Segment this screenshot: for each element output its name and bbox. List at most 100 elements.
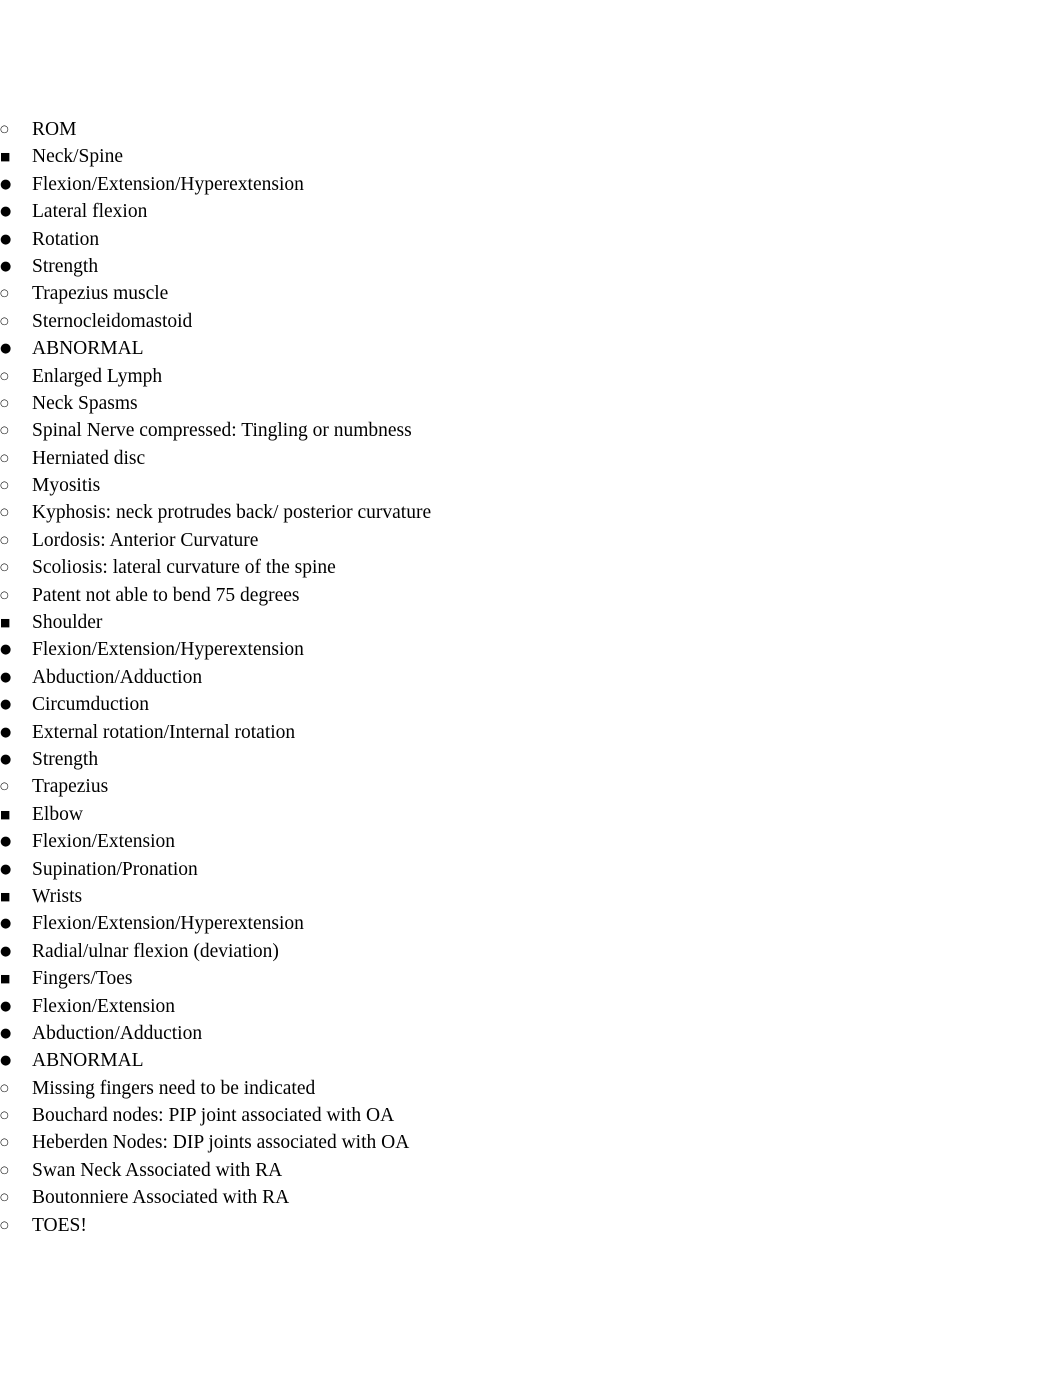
outline-row-shoulder-rotation: ● External rotation/Internal rotation — [0, 719, 1062, 746]
outline-row-wrists-flexion: ● Flexion/Extension/Hyperextension — [0, 910, 1062, 937]
outline-row-enlarged-lymph: ○ Enlarged Lymph — [0, 363, 1062, 390]
outline-item-label: Elbow — [32, 803, 83, 825]
list-item: ○ Lordosis: Anterior Curvature — [0, 527, 1062, 554]
outline-row-rom: ○ ROM — [0, 116, 1062, 143]
bullet-marker-icon: ○ — [0, 562, 9, 574]
bullet-marker-icon: ○ — [0, 315, 9, 327]
outline-item-label: Fingers/Toes — [32, 968, 133, 990]
outline-row-sternocleidomastoid: ○ Sternocleidomastoid — [0, 308, 1062, 335]
outline-item-label: Flexion/Extension/Hyperextension — [32, 639, 304, 661]
outline-row-shoulder-strength: ● Strength — [0, 746, 1062, 773]
outline-row-trapezius-muscle: ○ Trapezius muscle — [0, 280, 1062, 307]
bullet-marker-icon: ○ — [0, 589, 9, 601]
bullet-marker-icon: ○ — [0, 1110, 9, 1122]
outline-item-label: Shoulder — [32, 612, 103, 634]
outline-row-scoliosis: ○ Scoliosis: lateral curvature of the spi… — [0, 554, 1062, 581]
bullet-marker-icon: ○ — [0, 1164, 9, 1176]
list-item: ● Flexion/Extension/Hyperextension — [0, 910, 1062, 937]
bullet-marker-icon: ■ — [0, 807, 11, 821]
outline-row-neck-flexion: ● Flexion/Extension/Hyperextension — [0, 171, 1062, 198]
bullet-marker-icon: ● — [0, 204, 12, 220]
outline-level-3: ● Flexion/Extension/Hyperextension ● Radial… — [0, 910, 1062, 965]
outline-item-label: TOES! — [32, 1214, 87, 1236]
list-item: ○ Bouchard nodes: PIP joint associated wi… — [0, 1102, 1062, 1129]
list-item: ■ Elbow ● Flexion/Extension ● Supination/Pron… — [0, 801, 1062, 883]
list-item: ○ Missing fingers need to be indicated — [0, 1075, 1062, 1102]
outline-item-label: ABNORMAL — [32, 338, 144, 360]
list-item: ● Strength ○ Trapezius muscle ○ Sternocleidom… — [0, 253, 1062, 335]
list-item: ■ Wrists ● Flexion/Extension/Hyperextension… — [0, 883, 1062, 965]
outline-row-neck-spasms: ○ Neck Spasms — [0, 390, 1062, 417]
list-item: ● Abduction/Adduction — [0, 664, 1062, 691]
bullet-marker-icon: ● — [0, 943, 12, 959]
list-item: ■ Neck/Spine ● Flexion/Extension/Hyperexten… — [0, 143, 1062, 609]
outline-row-myositis: ○ Myositis — [0, 472, 1062, 499]
outline-row-elbow: ■ Elbow — [0, 801, 1062, 828]
outline-level-1: ○ ROM ■ Neck/Spine ● Flexion/Extension/Hypere… — [0, 116, 1062, 1239]
bullet-marker-icon: ○ — [0, 397, 9, 409]
bullet-marker-icon: ○ — [0, 1219, 9, 1231]
list-item: ● Circumduction — [0, 691, 1062, 718]
list-item: ○ Kyphosis: neck protrudes back/ posterio… — [0, 499, 1062, 526]
bullet-marker-icon: ● — [0, 998, 12, 1014]
outline-item-label: Trapezius muscle — [32, 283, 169, 305]
outline-item-label: Radial/ulnar flexion (deviation) — [32, 940, 279, 962]
list-item: ● Flexion/Extension — [0, 828, 1062, 855]
list-item: ○ TOES! — [0, 1212, 1062, 1239]
list-item: ○ Spinal Nerve compressed: Tingling or nu… — [0, 417, 1062, 444]
bullet-marker-icon: ○ — [0, 1137, 9, 1149]
list-item: ○ ROM ■ Neck/Spine ● Flexion/Extension/Hypere… — [0, 116, 1062, 1239]
bullet-marker-icon: ● — [0, 341, 12, 357]
bullet-marker-icon: ● — [0, 834, 12, 850]
outline-item-label: Lordosis: Anterior Curvature — [32, 529, 259, 551]
outline-item-label: Boutonniere Associated with RA — [32, 1187, 290, 1209]
bullet-marker-icon: ■ — [0, 616, 11, 630]
outline-row-neck-strength: ● Strength — [0, 253, 1062, 280]
outline-level-4: ○ Enlarged Lymph ○ Neck Spasms ○ Spinal Nerve… — [0, 363, 1062, 610]
list-item: ○ Boutonniere Associated with RA — [0, 1184, 1062, 1211]
bullet-marker-icon: ■ — [0, 972, 11, 986]
outline-item-label: Spinal Nerve compressed: Tingling or num… — [32, 420, 412, 442]
outline-item-label: Kyphosis: neck protrudes back/ posterior… — [32, 502, 432, 524]
outline-row-shoulder-circumduction: ● Circumduction — [0, 691, 1062, 718]
list-item: ○ Patent not able to bend 75 degrees — [0, 582, 1062, 609]
list-item: ○ Sternocleidomastoid — [0, 308, 1062, 335]
outline-level-3: ● Flexion/Extension ● Supination/Pronation — [0, 828, 1062, 883]
bullet-marker-icon: ○ — [0, 507, 9, 519]
list-item: ● Flexion/Extension — [0, 993, 1062, 1020]
outline-item-label: External rotation/Internal rotation — [32, 721, 296, 743]
list-item: ● Rotation — [0, 226, 1062, 253]
outline-item-label: ABNORMAL — [32, 1050, 144, 1072]
outline-row-bouchard-nodes: ○ Bouchard nodes: PIP joint associated wi… — [0, 1102, 1062, 1129]
bullet-marker-icon: ○ — [0, 124, 9, 135]
outline-item-label: ROM — [32, 119, 77, 140]
bullet-marker-icon: ○ — [0, 534, 9, 546]
outline-item-label: Supination/Pronation — [32, 858, 198, 880]
outline-row-shoulder: ■ Shoulder — [0, 609, 1062, 636]
outline-level-2: ■ Neck/Spine ● Flexion/Extension/Hyperexten… — [0, 143, 1062, 1239]
outline-row-lordosis: ○ Lordosis: Anterior Curvature — [0, 527, 1062, 554]
bullet-marker-icon: ○ — [0, 480, 9, 492]
outline-level-3: ● Flexion/Extension ● Abduction/Adduction ● A… — [0, 993, 1062, 1240]
list-item: ○ Scoliosis: lateral curvature of the spi… — [0, 554, 1062, 581]
outline-item-label: Flexion/Extension — [32, 831, 175, 853]
list-item: ○ Trapezius — [0, 773, 1062, 800]
outline-row-shoulder-flexion: ● Flexion/Extension/Hyperextension — [0, 636, 1062, 663]
list-item: ■ Fingers/Toes ● Flexion/Extension ● Abductio… — [0, 965, 1062, 1239]
outline-row-fingers-toes: ■ Fingers/Toes — [0, 965, 1062, 992]
list-item: ● Flexion/Extension/Hyperextension — [0, 636, 1062, 663]
outline-row-toes: ○ TOES! — [0, 1212, 1062, 1239]
outline-row-swan-neck: ○ Swan Neck Associated with RA — [0, 1157, 1062, 1184]
bullet-marker-icon: ○ — [0, 1192, 9, 1204]
list-item: ● Lateral flexion — [0, 198, 1062, 225]
outline-item-label: Bouchard nodes: PIP joint associated wit… — [32, 1105, 395, 1127]
outline-row-neck-spine: ■ Neck/Spine — [0, 143, 1062, 170]
bullet-marker-icon: ○ — [0, 288, 9, 300]
document-page: ○ ROM ■ Neck/Spine ● Flexion/Extension/Hypere… — [0, 0, 1062, 1377]
list-item: ○ Swan Neck Associated with RA — [0, 1157, 1062, 1184]
list-item: ● Abduction/Adduction — [0, 1020, 1062, 1047]
outline-row-wrists: ■ Wrists — [0, 883, 1062, 910]
bullet-marker-icon: ○ — [0, 370, 9, 382]
list-item: ○ Heberden Nodes: DIP joints associated w… — [0, 1129, 1062, 1156]
list-item: ● Radial/ulnar flexion (deviation) — [0, 938, 1062, 965]
